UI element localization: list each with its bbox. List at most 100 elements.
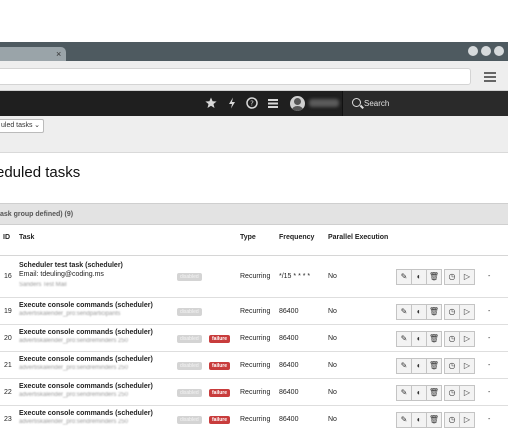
toggle-icon[interactable]: ◐ bbox=[411, 384, 427, 401]
delete-icon[interactable]: 🗑 bbox=[426, 269, 442, 285]
clock-icon[interactable]: ◷ bbox=[444, 303, 460, 320]
task-id: 20 bbox=[4, 334, 12, 342]
column-header-type: Type bbox=[240, 234, 256, 241]
window-minimize-button[interactable] bbox=[468, 46, 478, 56]
clock-icon[interactable]: ◷ bbox=[444, 411, 460, 428]
task-title[interactable]: Execute console commands (scheduler) bbox=[19, 356, 153, 363]
run-icon[interactable]: ▷ bbox=[459, 330, 475, 347]
clock-icon[interactable]: ◷ bbox=[444, 269, 460, 285]
clock-icon[interactable]: ◷ bbox=[444, 357, 460, 374]
tab-close-icon[interactable]: × bbox=[56, 48, 61, 60]
column-header-task: Task bbox=[19, 234, 35, 241]
toggle-icon[interactable]: ◐ bbox=[411, 303, 427, 320]
task-frequency: 86400 bbox=[279, 334, 299, 342]
window-maximize-button[interactable] bbox=[481, 46, 491, 56]
task-frequency: 86400 bbox=[279, 307, 299, 315]
star-icon[interactable] bbox=[204, 96, 218, 110]
task-group-header[interactable]: ask group defined) (9) bbox=[0, 203, 508, 225]
delete-icon[interactable]: 🗑 bbox=[426, 330, 442, 347]
clock-icon[interactable]: ◷ bbox=[444, 384, 460, 401]
task-group-title: ask group defined) (9) bbox=[0, 211, 74, 218]
task-actions: ✎ ◐ 🗑 ◷ ▷ bbox=[396, 357, 475, 374]
task-last-execution: - bbox=[488, 415, 491, 423]
url-input[interactable] bbox=[0, 68, 471, 85]
run-icon[interactable]: ▷ bbox=[459, 357, 475, 374]
browser-menu-icon[interactable] bbox=[484, 72, 496, 82]
column-header-parallel: Parallel Execution bbox=[328, 234, 389, 241]
task-actions: ✎ ◐ 🗑 ◷ ▷ bbox=[396, 269, 475, 285]
page: × ? Search uled tasks ⌄ eduled tasks ask… bbox=[0, 0, 508, 430]
edit-icon[interactable]: ✎ bbox=[396, 330, 412, 347]
task-last-execution: - bbox=[488, 273, 491, 280]
delete-icon[interactable]: 🗑 bbox=[426, 384, 442, 401]
task-detail: advertiskalender_pro:sendreminders 250 bbox=[19, 392, 129, 398]
task-detail: advertiskalender_pro:sendreminders 250 bbox=[19, 419, 129, 425]
task-parallel: No bbox=[328, 307, 337, 315]
status-badge-failure: failure bbox=[209, 361, 231, 370]
edit-icon[interactable]: ✎ bbox=[396, 357, 412, 374]
edit-icon[interactable]: ✎ bbox=[396, 384, 412, 401]
task-type: Recurring bbox=[240, 334, 271, 342]
help-icon[interactable]: ? bbox=[245, 96, 259, 110]
task-frequency: 86400 bbox=[279, 415, 299, 423]
bolt-icon[interactable] bbox=[225, 96, 239, 110]
task-title[interactable]: Execute console commands (scheduler) bbox=[19, 302, 153, 309]
task-type: Recurring bbox=[240, 415, 271, 423]
toggle-icon[interactable]: ◐ bbox=[411, 357, 427, 374]
status-badge-disabled: disabled bbox=[177, 388, 202, 397]
task-title[interactable]: Scheduler test task (scheduler) bbox=[19, 262, 123, 269]
task-detail: Sanders Test Mail bbox=[19, 282, 67, 288]
status-badge-disabled: disabled bbox=[177, 415, 202, 424]
task-actions: ✎ ◐ 🗑 ◷ ▷ bbox=[396, 330, 475, 347]
task-detail: advertiskalender_pro:sendreminders 250 bbox=[19, 365, 129, 371]
task-actions: ✎ ◐ 🗑 ◷ ▷ bbox=[396, 411, 475, 428]
search-icon[interactable] bbox=[352, 98, 361, 107]
username-blurred[interactable] bbox=[309, 99, 339, 107]
task-last-execution: - bbox=[488, 388, 491, 396]
edit-icon[interactable]: ✎ bbox=[396, 269, 412, 285]
delete-icon[interactable]: 🗑 bbox=[426, 303, 442, 320]
clock-icon[interactable]: ◷ bbox=[444, 330, 460, 347]
run-icon[interactable]: ▷ bbox=[459, 269, 475, 285]
user-avatar-icon[interactable] bbox=[290, 96, 305, 111]
window-close-button[interactable] bbox=[494, 46, 504, 56]
task-type: Recurring bbox=[240, 273, 271, 280]
delete-icon[interactable]: 🗑 bbox=[426, 411, 442, 428]
task-frequency: 86400 bbox=[279, 361, 299, 369]
toggle-icon[interactable]: ◐ bbox=[411, 330, 427, 347]
chevron-down-icon: ⌄ bbox=[34, 122, 40, 129]
task-type: Recurring bbox=[240, 307, 271, 315]
task-id: 23 bbox=[4, 415, 12, 423]
task-title[interactable]: Execute console commands (scheduler) bbox=[19, 383, 153, 390]
task-actions: ✎ ◐ 🗑 ◷ ▷ bbox=[396, 303, 475, 320]
task-frequency: 86400 bbox=[279, 388, 299, 396]
task-parallel: No bbox=[328, 388, 337, 396]
search-label[interactable]: Search bbox=[364, 98, 389, 109]
toggle-icon[interactable]: ◐ bbox=[411, 269, 427, 285]
task-type: Recurring bbox=[240, 388, 271, 396]
edit-icon[interactable]: ✎ bbox=[396, 303, 412, 320]
task-actions: ✎ ◐ 🗑 ◷ ▷ bbox=[396, 384, 475, 401]
status-badge-disabled: disabled bbox=[177, 273, 202, 281]
task-id: 22 bbox=[4, 388, 12, 396]
task-title[interactable]: Execute console commands (scheduler) bbox=[19, 410, 153, 417]
task-parallel: No bbox=[328, 334, 337, 342]
run-icon[interactable]: ▷ bbox=[459, 384, 475, 401]
task-id: 19 bbox=[4, 307, 12, 315]
page-title: eduled tasks bbox=[0, 164, 81, 181]
list-icon[interactable] bbox=[266, 96, 280, 110]
task-last-execution: - bbox=[488, 307, 491, 315]
status-badge-failure: failure bbox=[209, 415, 231, 424]
run-icon[interactable]: ▷ bbox=[459, 411, 475, 428]
task-id: 16 bbox=[4, 273, 12, 280]
task-title[interactable]: Execute console commands (scheduler) bbox=[19, 329, 153, 336]
function-select[interactable]: uled tasks ⌄ bbox=[0, 119, 44, 133]
column-header-frequency: Frequency bbox=[279, 234, 315, 241]
run-icon[interactable]: ▷ bbox=[459, 303, 475, 320]
toggle-icon[interactable]: ◐ bbox=[411, 411, 427, 428]
task-frequency: */15 * * * * bbox=[279, 273, 311, 280]
task-detail: advertiskalender_pro:sendparticipants bbox=[19, 311, 121, 317]
delete-icon[interactable]: 🗑 bbox=[426, 357, 442, 374]
task-subtitle: Email: tdeuling@coding.ms bbox=[19, 271, 104, 278]
edit-icon[interactable]: ✎ bbox=[396, 411, 412, 428]
